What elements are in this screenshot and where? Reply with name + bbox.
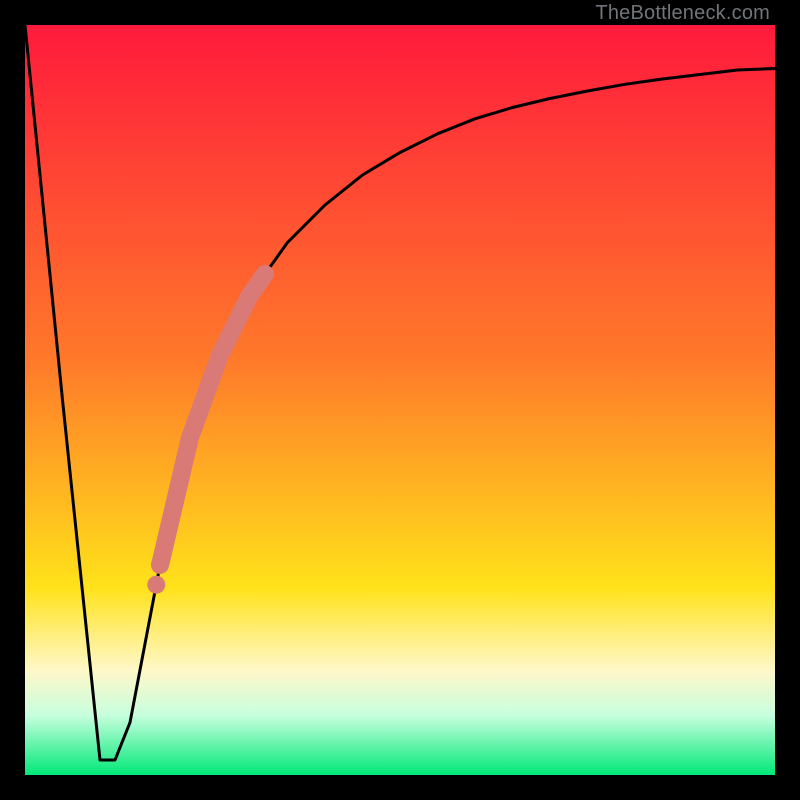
plot-area — [25, 25, 775, 775]
highlight-marker — [177, 444, 195, 462]
chart-frame: TheBottleneck.com — [0, 0, 800, 800]
curve-layer — [25, 25, 775, 775]
bottleneck-curve — [25, 25, 775, 760]
highlight-marker — [147, 576, 165, 594]
watermark-text: TheBottleneck.com — [595, 2, 770, 25]
highlight-marker — [162, 508, 180, 526]
